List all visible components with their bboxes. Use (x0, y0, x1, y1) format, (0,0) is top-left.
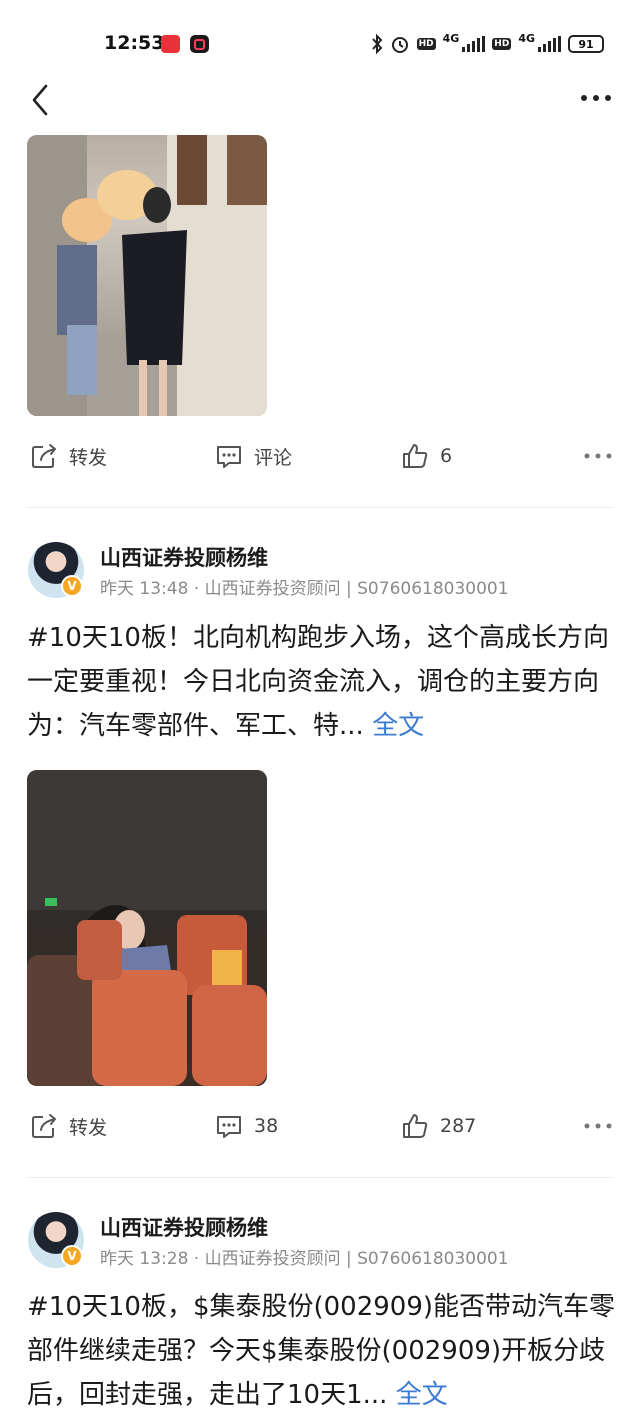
more-dots-icon[interactable] (578, 88, 614, 108)
like-count: 287 (440, 1115, 477, 1137)
post-meta: 昨天 13:48 · 山西证券投资顾问 | S0760618030001 (100, 579, 509, 599)
notification-app-icon (161, 35, 180, 53)
photo-content (27, 770, 267, 1086)
post-action-bar: 转发 38 287 (0, 1106, 640, 1146)
signal-icon (462, 36, 486, 52)
comment-count: 38 (254, 1115, 279, 1137)
alarm-icon (391, 37, 408, 53)
repost-icon (32, 444, 56, 468)
thumbs-up-icon (403, 444, 428, 468)
post-action-bar: 转发 评论 6 (0, 436, 640, 476)
post-divider (27, 507, 613, 508)
back-arrow-icon[interactable] (26, 82, 58, 118)
post-text[interactable]: #10天10板！北向机构跑步入场，这个高成长方向一定要重视！今日北向资金流入，调… (27, 616, 617, 748)
comment-button[interactable]: 38 (214, 1106, 278, 1146)
repost-button[interactable]: 转发 (29, 1106, 107, 1146)
post-divider (27, 1177, 613, 1178)
repost-label: 转发 (69, 446, 108, 469)
like-button[interactable]: 287 (400, 1106, 476, 1146)
notification-app-icon (190, 35, 209, 53)
repost-button[interactable]: 转发 (29, 436, 107, 476)
repost-icon (32, 1114, 56, 1138)
verified-badge-icon: V (61, 575, 83, 597)
hd-icon: HD (492, 38, 512, 50)
photo-content (27, 135, 267, 416)
more-dots-icon[interactable] (582, 446, 614, 466)
more-dots-icon[interactable] (582, 1116, 614, 1136)
comment-button[interactable]: 评论 (214, 436, 292, 476)
full-text-link[interactable]: 全文 (372, 711, 424, 741)
comment-label: 评论 (254, 446, 293, 469)
repost-label: 转发 (69, 1116, 108, 1139)
network-type-label: 4G (518, 32, 535, 45)
like-button[interactable]: 6 (400, 436, 452, 476)
author-name[interactable]: 山西证券投顾杨维 (100, 1212, 268, 1242)
post-photo[interactable] (27, 770, 267, 1086)
bluetooth-icon (371, 34, 382, 54)
status-icons: HD 4G HD 4G 91 (371, 32, 604, 56)
signal-icon (538, 36, 561, 52)
thumbs-up-icon (403, 1114, 428, 1138)
post-header: V 山西证券投顾杨维 昨天 13:48 · 山西证券投资顾问 | S076061… (0, 542, 640, 602)
status-bar: 12:53 HD 4G HD 4G 91 (0, 0, 640, 80)
post-body: #10天10板，$集泰股份(002909)能否带动汽车零部件继续走强？今天$集泰… (27, 1292, 616, 1410)
nav-bar (0, 80, 640, 132)
post-body: #10天10板！北向机构跑步入场，这个高成长方向一定要重视！今日北向资金流入，调… (27, 623, 609, 741)
battery-icon: 91 (568, 35, 604, 53)
status-time: 12:53 (104, 32, 165, 54)
post-header: V 山西证券投顾杨维 昨天 13:28 · 山西证券投资顾问 | S076061… (0, 1212, 640, 1272)
post-photo[interactable] (27, 135, 267, 416)
author-name[interactable]: 山西证券投顾杨维 (100, 542, 268, 572)
comment-icon (217, 446, 241, 468)
verified-badge-icon: V (61, 1245, 83, 1267)
post-text[interactable]: #10天10板，$集泰股份(002909)能否带动汽车零部件继续走强？今天$集泰… (27, 1285, 617, 1417)
like-count: 6 (440, 445, 453, 467)
hd-icon: HD (416, 38, 436, 50)
network-type-label: 4G (442, 32, 460, 45)
comment-icon (217, 1116, 241, 1138)
full-text-link[interactable]: 全文 (396, 1380, 448, 1410)
post-meta: 昨天 13:28 · 山西证券投资顾问 | S0760618030001 (100, 1249, 509, 1269)
